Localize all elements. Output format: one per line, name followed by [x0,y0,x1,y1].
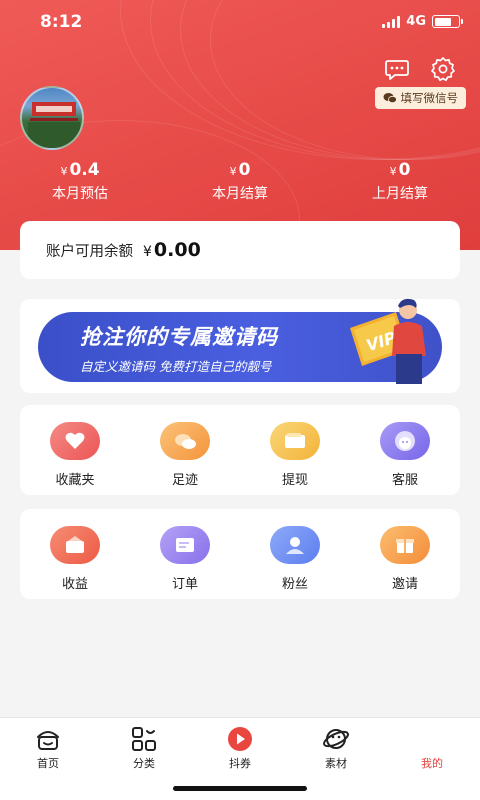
grid-item-fans[interactable]: 粉丝 [240,509,350,599]
tab-home[interactable]: 首页 [0,718,96,800]
income-icon [50,526,100,564]
stat-value: 0 [238,160,251,180]
network-type: 4G [406,14,426,29]
wechat-icon [383,93,397,104]
wallet-icon [270,422,320,460]
signal-icon [382,15,401,28]
play-icon [228,727,252,751]
earnings-stats: ¥0.4 本月预估 ¥0 本月结算 ¥0 上月结算 [0,160,480,203]
grid-label: 收藏夹 [55,473,95,488]
business-grid: 收益 订单 粉丝 邀请 [20,509,460,599]
stat-label: 本月预估 [52,186,108,202]
banner-card: 抢注你的专属邀请码 自定义邀请码 免费打造自己的靓号 VIP [20,298,460,393]
stat-label: 上月结算 [372,186,428,202]
stat-month-settled[interactable]: ¥0 本月结算 [160,160,320,203]
stat-last-month-settled[interactable]: ¥0 上月结算 [320,160,480,203]
status-bar: 8:12 4G [0,0,480,44]
grid-label: 粉丝 [281,577,308,592]
stat-value: 0.4 [69,160,100,180]
tab-label: 首页 [37,757,59,770]
grid-label: 收益 [61,577,88,592]
person-illustration [392,298,426,384]
fans-icon [270,526,320,564]
invite-code-banner[interactable]: 抢注你的专属邀请码 自定义邀请码 免费打造自己的靓号 VIP [38,298,442,384]
balance-value: ¥0.00 [143,239,201,261]
tools-grid: 收藏夹 足迹 提现 客服 [20,405,460,495]
grid-label: 提现 [281,473,308,488]
category-icon [132,727,156,751]
grid-item-favorites[interactable]: 收藏夹 [20,405,130,495]
grid-item-orders[interactable]: 订单 [130,509,240,599]
message-icon[interactable] [384,56,410,82]
tab-label: 分类 [133,757,155,770]
grid-label: 邀请 [391,577,418,592]
avatar[interactable] [20,86,84,150]
heart-icon [50,422,100,460]
gift-icon [380,526,430,564]
tab-label: 素材 [325,757,347,770]
service-icon [380,422,430,460]
balance-label: 账户可用余额 [46,243,133,260]
tab-label: 我的 [421,757,443,770]
banner-title: 抢注你的专属邀请码 [80,325,278,349]
settings-icon[interactable] [430,56,456,82]
banner-subtitle: 自定义邀请码 免费打造自己的靓号 [80,359,272,374]
balance-card[interactable]: 账户可用余额 ¥0.00 [20,221,460,279]
grid-label: 订单 [171,577,198,592]
home-icon [37,731,59,750]
grid-item-invite[interactable]: 邀请 [350,509,460,599]
grid-item-customer-service[interactable]: 客服 [350,405,460,495]
grid-item-withdraw[interactable]: 提现 [240,405,350,495]
grid-label: 足迹 [171,473,198,488]
stat-label: 本月结算 [212,186,268,202]
home-indicator [173,786,307,791]
status-time: 8:12 [40,12,83,32]
tab-label: 抖券 [229,757,251,770]
tab-mine[interactable]: 我的 [384,718,480,800]
stat-value: 0 [398,160,411,180]
grid-item-income[interactable]: 收益 [20,509,130,599]
grid-label: 客服 [391,473,418,488]
stat-month-estimate[interactable]: ¥0.4 本月预估 [0,160,160,203]
fill-wechat-label: 填写微信号 [400,91,459,105]
battery-icon [432,15,463,28]
order-icon [160,526,210,564]
footprint-icon [160,422,210,460]
planet-icon [323,729,349,749]
fill-wechat-button[interactable]: 填写微信号 [374,87,466,109]
grid-item-history[interactable]: 足迹 [130,405,240,495]
